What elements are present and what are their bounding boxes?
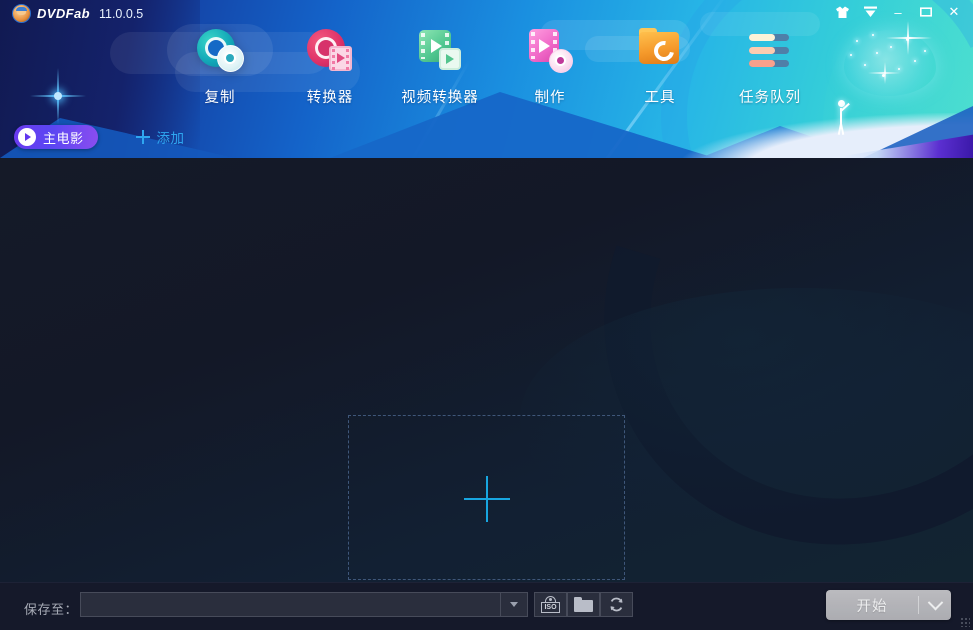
main-movie-mode-button[interactable]: 主电影 xyxy=(14,125,98,149)
tab-task-queue[interactable]: 任务队列 xyxy=(715,22,825,132)
iso-disc-icon: ISO xyxy=(541,596,560,613)
tab-label: 复制 xyxy=(204,90,236,106)
iso-output-button[interactable]: ISO xyxy=(534,592,567,617)
circle-arrow-icon xyxy=(18,128,36,146)
save-to-label: 保存至： xyxy=(24,602,79,617)
shirt-icon[interactable] xyxy=(829,2,855,22)
save-path-input[interactable] xyxy=(81,597,500,612)
save-path-combobox[interactable] xyxy=(80,592,528,617)
tab-label: 工具 xyxy=(644,90,676,106)
tab-creator[interactable]: 制作 xyxy=(495,22,605,132)
refresh-button[interactable] xyxy=(600,592,633,617)
tools-folder-icon xyxy=(637,28,683,74)
dvdfab-window: DVDFab 11.0.0.5 – ✕ 复制 转换器 视频转换器 制作 工具 任… xyxy=(0,0,973,630)
plus-large-icon[interactable] xyxy=(464,476,510,522)
tab-label: 任务队列 xyxy=(739,90,801,106)
mode-label: 主电影 xyxy=(43,130,84,146)
creator-film-icon xyxy=(527,28,573,74)
open-folder-button[interactable] xyxy=(567,592,600,617)
resize-grip[interactable] xyxy=(960,617,970,627)
app-title: DVDFab xyxy=(37,6,90,21)
chevron-down-icon[interactable] xyxy=(500,593,527,616)
titlebar-brand: DVDFab 11.0.0.5 xyxy=(12,4,143,23)
minimize-button[interactable]: – xyxy=(885,2,911,22)
tab-label: 视频转换器 xyxy=(401,90,479,106)
iso-text: ISO xyxy=(541,602,560,613)
tab-label: 制作 xyxy=(534,90,566,106)
sub-toolbar: 主电影 添加 xyxy=(0,116,420,158)
start-button[interactable]: 开始 xyxy=(826,590,951,620)
close-button[interactable]: ✕ xyxy=(941,2,967,22)
tab-tools[interactable]: 工具 xyxy=(605,22,715,132)
ripper-disc-icon xyxy=(307,28,353,74)
maximize-button[interactable] xyxy=(913,2,939,22)
refresh-icon xyxy=(610,597,623,612)
start-label: 开始 xyxy=(856,598,888,615)
dvdfab-logo-icon xyxy=(12,4,31,23)
window-controls: – ✕ xyxy=(829,2,967,22)
main-content-area: 插入光盘或点击“+”按钮加载源或拖拽 ISO 文件或文件夹到这里 微当下载 WW… xyxy=(0,158,973,582)
folder-icon xyxy=(574,597,593,612)
app-version: 11.0.0.5 xyxy=(98,6,144,21)
chevron-down-icon[interactable] xyxy=(919,594,951,611)
task-queue-icon xyxy=(747,28,793,74)
tab-label: 转换器 xyxy=(306,90,354,106)
plus-icon xyxy=(135,130,150,144)
add-label: 添加 xyxy=(156,131,185,146)
download-icon[interactable] xyxy=(857,2,883,22)
copy-disc-icon xyxy=(197,28,244,74)
video-converter-icon xyxy=(417,28,463,74)
top-banner: DVDFab 11.0.0.5 – ✕ 复制 转换器 视频转换器 制作 工具 任… xyxy=(0,0,973,158)
add-source-button[interactable]: 添加 xyxy=(135,127,185,147)
